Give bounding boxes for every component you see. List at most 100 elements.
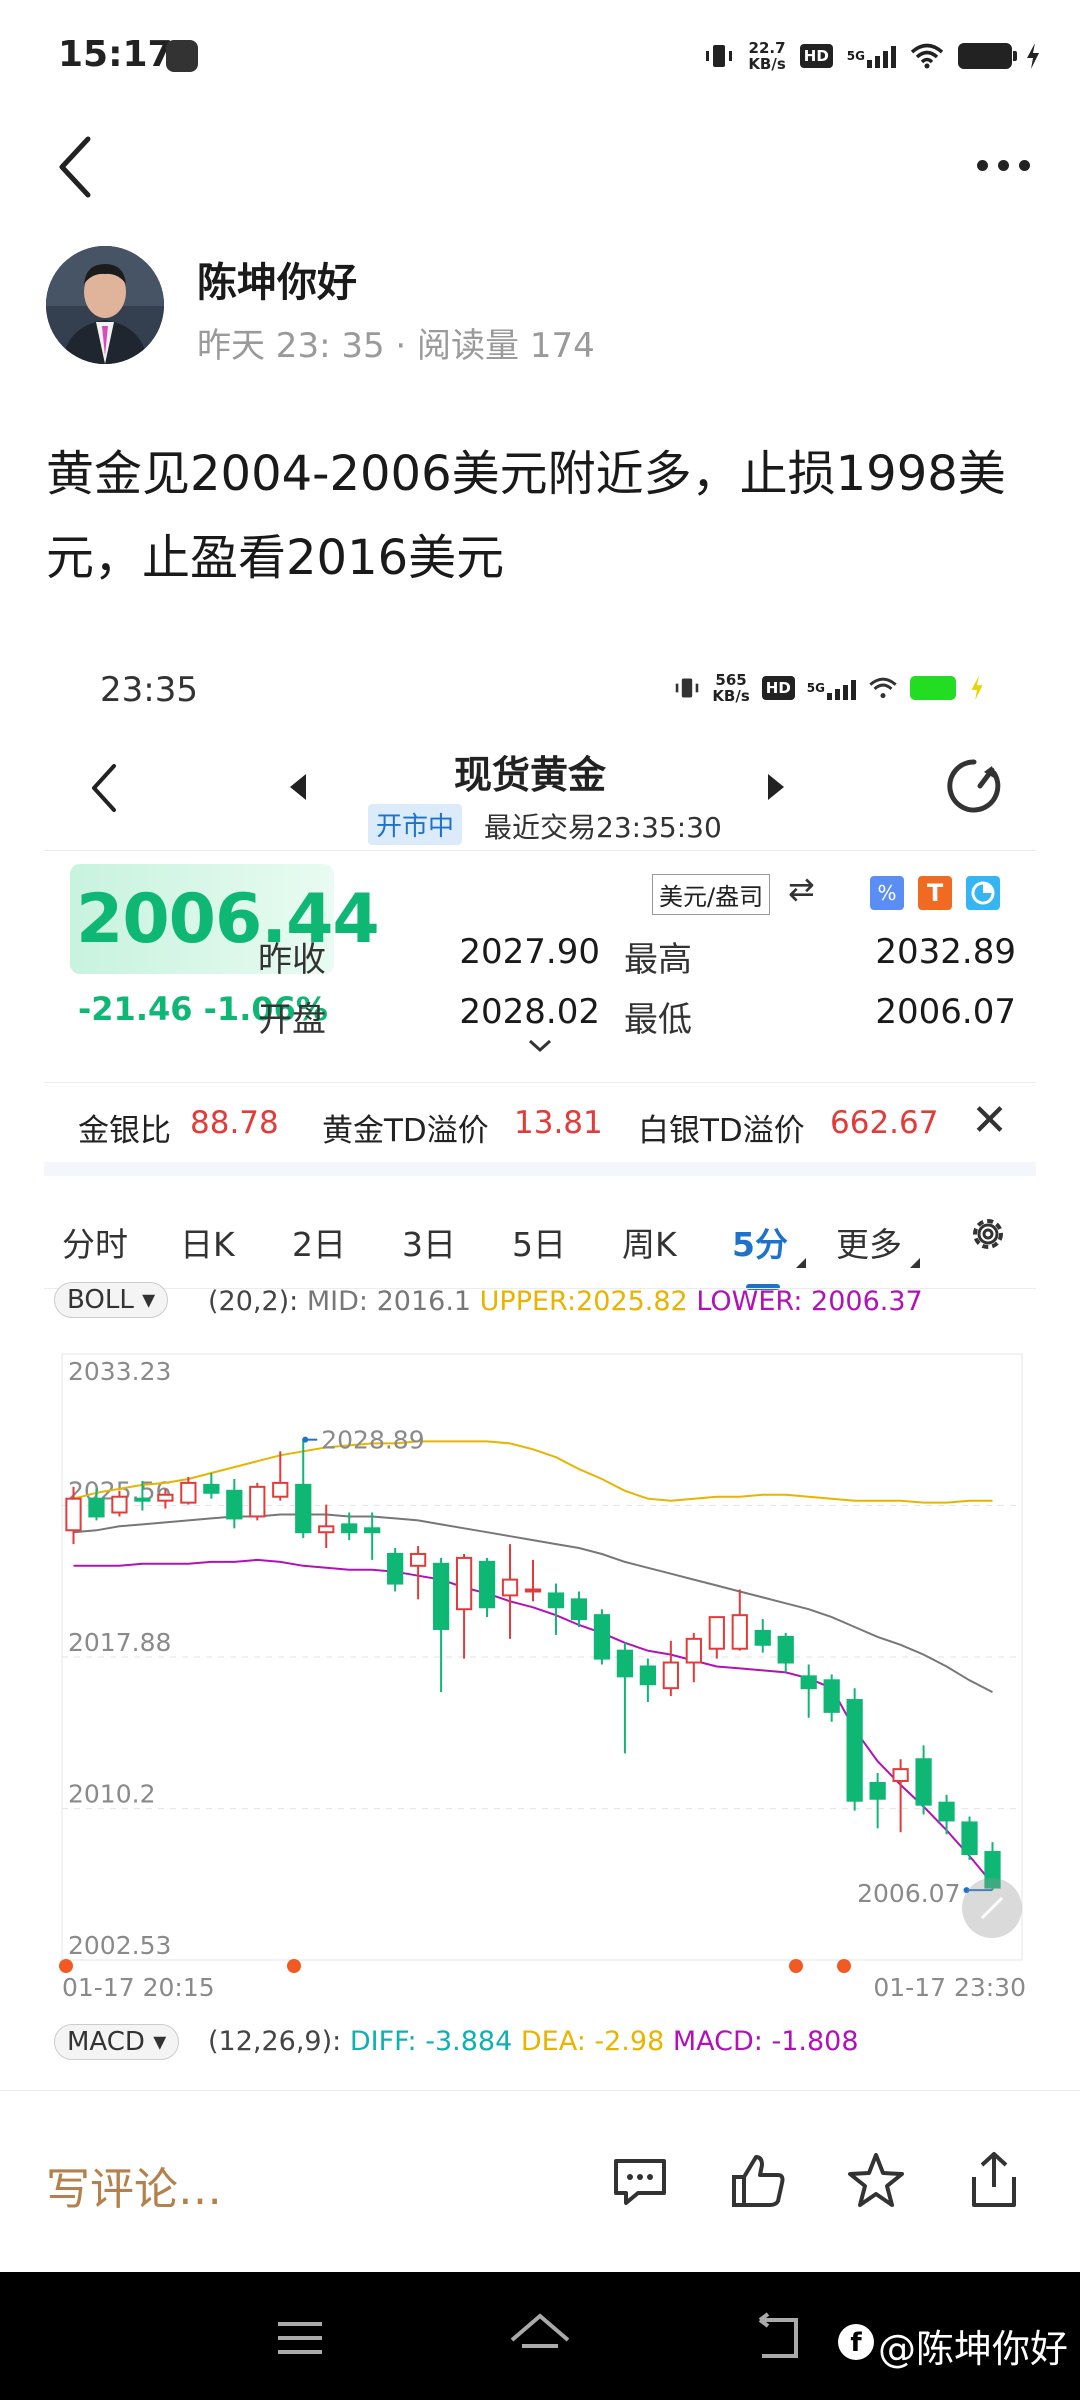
low-value: 2006.07 — [875, 992, 1016, 1032]
expand-chevron-icon[interactable] — [528, 1038, 552, 1053]
next-instrument-button[interactable] — [768, 774, 784, 800]
candle-body — [754, 1629, 771, 1646]
low-annotation: 2006.07 — [857, 1879, 960, 1908]
vibrate-icon — [704, 41, 734, 71]
candle-body — [88, 1497, 105, 1518]
post-text: 黄金见2004-2006美元附近多，止损1998美元，止盈看2016美元 — [46, 446, 1006, 586]
home-icon — [510, 2313, 570, 2348]
candle-body — [409, 1552, 427, 1567]
ratio-value: 88.78 — [190, 1105, 279, 1141]
tab-2day[interactable]: 2日 — [292, 1218, 346, 1266]
y-tick-label: 2033.23 — [68, 1357, 171, 1386]
high-annotation: 2028.89 — [321, 1426, 424, 1455]
open-label: 开盘 — [258, 1000, 326, 1040]
like-button[interactable] — [726, 2149, 790, 2213]
candle-body — [295, 1483, 312, 1534]
favorite-button[interactable] — [844, 2149, 908, 2213]
candle-body — [226, 1489, 243, 1520]
prev-close-label: 昨收 — [258, 940, 326, 980]
candle-body — [134, 1497, 151, 1502]
more-button[interactable] — [977, 160, 1030, 171]
candle-body — [341, 1523, 358, 1534]
refresh-button[interactable] — [944, 756, 1004, 816]
facebook-icon: f — [838, 2324, 874, 2360]
event-marker — [837, 1959, 851, 1973]
close-icon[interactable]: ✕ — [971, 1095, 1008, 1146]
tab-more[interactable]: 更多 — [836, 1218, 902, 1266]
x-tick-label: 01-17 20:15 — [62, 1973, 215, 2002]
t-icon[interactable]: T — [918, 876, 952, 910]
system-back-button[interactable] — [752, 2310, 808, 2366]
status-icons: 22.7 KB/s HD 5G — [704, 34, 1040, 78]
candle-body — [272, 1481, 289, 1498]
charging-icon — [968, 676, 986, 700]
star-icon — [848, 2153, 904, 2207]
tab-intraday[interactable]: 分时 — [62, 1218, 128, 1266]
comment-input[interactable]: 写评论… — [46, 2153, 222, 2217]
candle-body — [524, 1588, 542, 1593]
candle-body — [846, 1699, 863, 1802]
embedded-back-button[interactable] — [88, 760, 120, 816]
boll-mid: MID: 2016.1 — [306, 1286, 472, 1317]
candle-body — [938, 1801, 955, 1822]
candle-body — [180, 1481, 197, 1504]
like-icon — [732, 2155, 785, 2207]
home-button[interactable] — [508, 2310, 572, 2366]
embedded-screenshot[interactable]: 23:35 565 KB/s HD 5G 现货黄金 开市中 最近交易23:35:… — [44, 640, 1036, 2090]
watermark-text: @陈坤你好 — [878, 2327, 1069, 2371]
status-bar: 15:17 22.7 KB/s HD 5G — [0, 0, 1080, 110]
boll-values: (20,2): MID: 2016.1 UPPER:2025.82 LOWER:… — [208, 1286, 923, 1317]
section-gap — [44, 1162, 1036, 1176]
candle-body — [387, 1552, 404, 1585]
boll-mid-line — [73, 1513, 993, 1693]
avatar[interactable] — [46, 246, 164, 364]
candle-body — [731, 1614, 748, 1650]
prev-instrument-button[interactable] — [290, 774, 306, 800]
swap-icon[interactable]: ⇄ — [788, 870, 815, 908]
x-tick-label: 01-17 23:30 — [873, 1973, 1026, 2002]
tab-5day[interactable]: 5日 — [512, 1218, 566, 1266]
charging-icon — [1026, 43, 1040, 69]
ratio-value: 662.67 — [830, 1105, 939, 1141]
percent-icon[interactable]: % — [870, 876, 904, 910]
candle-body — [869, 1781, 886, 1800]
back-button[interactable] — [54, 135, 98, 199]
tab-3day[interactable]: 3日 — [402, 1218, 456, 1266]
boll-indicator-selector[interactable]: BOLL ▾ — [54, 1282, 169, 1318]
tab-weekly-k[interactable]: 周K — [622, 1218, 677, 1266]
share-button[interactable] — [962, 2149, 1026, 2213]
ratio-label: 黄金TD溢价 — [322, 1113, 489, 1149]
prev-close-value: 2027.90 — [459, 932, 600, 972]
settings-button[interactable] — [966, 1212, 1010, 1256]
candle-body — [616, 1649, 634, 1678]
pie-chart-icon[interactable] — [966, 876, 1000, 910]
candlestick-chart[interactable]: 2033.232025.562017.882010.22002.532028.8… — [44, 1324, 1036, 2014]
ratio-label: 白银TD溢价 — [638, 1113, 805, 1149]
notification-badge-icon — [166, 40, 198, 72]
tab-daily-k[interactable]: 日K — [180, 1218, 235, 1266]
market-status-badge: 开市中 — [368, 804, 463, 845]
boll-lower: LOWER: 2006.37 — [696, 1286, 923, 1317]
embedded-network-type: 5G — [806, 681, 825, 695]
macd-values: (12,26,9): DIFF: -3.884 DEA: -2.98 MACD:… — [208, 2026, 859, 2057]
macd-name: MACD — [67, 2027, 145, 2057]
network-type: 5G — [846, 49, 865, 63]
candle-body — [547, 1592, 565, 1609]
candle-body — [65, 1497, 82, 1532]
last-trade-time: 最近交易23:35:30 — [484, 811, 722, 844]
status-time: 15:17 — [58, 34, 173, 75]
tab-5min[interactable]: 5分 — [732, 1218, 788, 1266]
period-tabs: 分时 日K 2日 3日 5日 周K 5分 更多 — [44, 1188, 1036, 1290]
candle-body — [478, 1560, 496, 1609]
comment-button[interactable] — [608, 2149, 672, 2213]
candle-body — [685, 1637, 702, 1664]
high-marker-dot — [302, 1436, 309, 1443]
vibrate-icon — [674, 675, 700, 701]
unit-selector[interactable]: 美元/盎司 — [652, 874, 771, 915]
recent-apps-button[interactable] — [276, 2320, 324, 2356]
candle-body — [570, 1598, 588, 1621]
candle-body — [800, 1675, 817, 1690]
author-name[interactable]: 陈坤你好 — [197, 250, 357, 308]
candle-body — [823, 1679, 840, 1713]
macd-indicator-selector[interactable]: MACD ▾ — [54, 2024, 180, 2060]
